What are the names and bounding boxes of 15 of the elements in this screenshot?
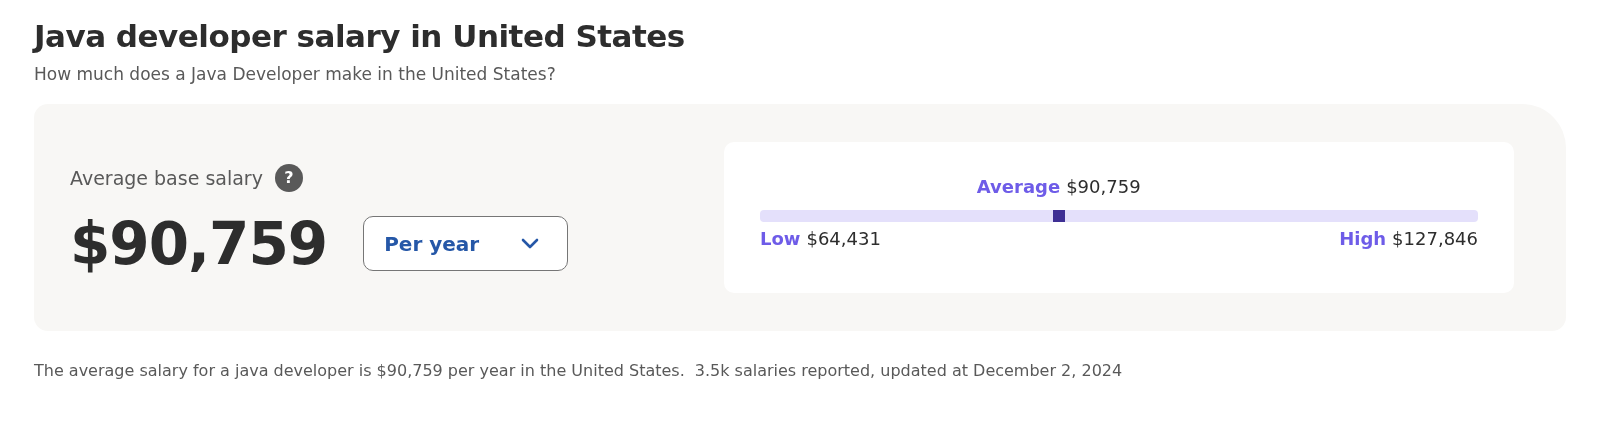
footer-text: 3.5k salaries reported, updated at December 2, 2024	[694, 361, 1123, 380]
salary-label: Average base salary	[70, 166, 263, 189]
help-icon[interactable]: ?	[274, 163, 303, 192]
high-value: $127,846	[1392, 228, 1478, 249]
footer-text: The average salary for a java developer is $90,759 per year in the United States.	[34, 361, 685, 380]
page-subtitle: How much does a Java Developer make in the United States?	[34, 64, 557, 84]
page-title: Java developer salary in United States	[34, 17, 686, 56]
period-dropdown[interactable]: Per year	[363, 216, 569, 271]
average-label: Average	[976, 176, 1061, 197]
average-value: $90,759	[1066, 176, 1141, 197]
low-value: $64,431	[806, 228, 881, 249]
chevron-down-icon	[521, 238, 540, 249]
high-label: High	[1339, 228, 1387, 249]
salary-amount: $90,759	[70, 209, 328, 278]
low-label: Low	[760, 228, 801, 249]
